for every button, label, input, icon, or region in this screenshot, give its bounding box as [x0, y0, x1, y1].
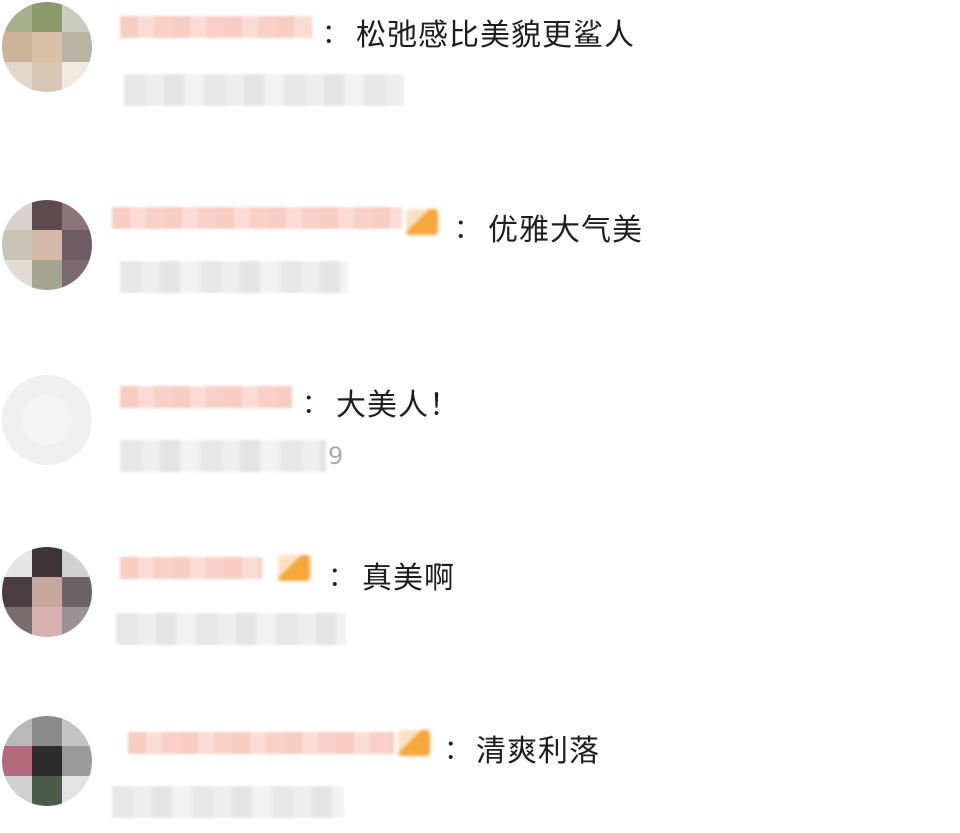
- comment-meta-tail: 9: [328, 442, 344, 470]
- avatar[interactable]: [2, 200, 92, 290]
- name-separator: ：: [302, 389, 329, 420]
- username-blurred[interactable]: [112, 207, 402, 229]
- name-separator: ：: [454, 214, 481, 245]
- comment-item: ： 松弛感比美貌更鲨人: [0, 0, 960, 130]
- avatar[interactable]: [2, 2, 92, 92]
- avatar[interactable]: [2, 716, 92, 806]
- name-separator: ：: [444, 735, 471, 766]
- blurred-badge-icon: [398, 730, 430, 756]
- comment-item: ： 真美啊: [0, 525, 960, 655]
- comment-meta-blurred: [116, 613, 346, 645]
- comment-meta-blurred: [112, 786, 344, 818]
- name-separator: ：: [322, 19, 349, 50]
- username-blurred[interactable]: [128, 732, 394, 754]
- name-separator: ：: [328, 562, 355, 593]
- comment-meta-blurred: [124, 74, 404, 106]
- comment-text: 真美啊: [362, 561, 455, 596]
- blurred-badge-icon: [278, 555, 310, 581]
- comment-item: ： 大美人！ 9: [0, 350, 960, 480]
- comment-meta-blurred: [120, 440, 326, 472]
- avatar[interactable]: [2, 547, 92, 637]
- comment-text: 大美人！: [336, 388, 460, 423]
- comment-text: 优雅大气美: [488, 213, 643, 248]
- comment-item: ： 清爽利落: [0, 700, 960, 830]
- comment-text: 松弛感比美貌更鲨人: [356, 18, 635, 53]
- comment-item: ： 优雅大气美: [0, 175, 960, 305]
- blurred-badge-icon: [406, 209, 438, 235]
- username-blurred[interactable]: [120, 386, 292, 408]
- username-blurred[interactable]: [120, 557, 262, 579]
- username-blurred[interactable]: [120, 16, 312, 38]
- avatar[interactable]: [2, 375, 92, 465]
- comment-text: 清爽利落: [476, 734, 600, 769]
- comment-meta-blurred: [120, 261, 348, 293]
